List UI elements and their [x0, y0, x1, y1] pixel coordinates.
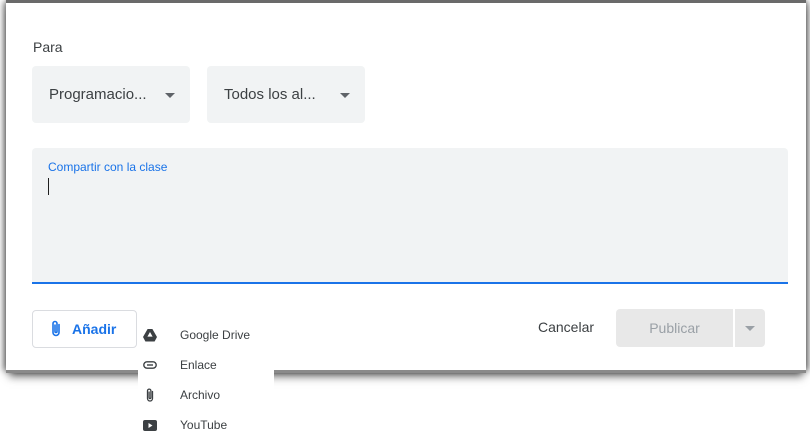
publish-button[interactable]: Publicar: [616, 309, 733, 347]
publish-options-button[interactable]: [735, 309, 765, 347]
screen: Para Programacio... Todos los al... Comp…: [0, 0, 810, 444]
for-label: Para: [33, 39, 63, 55]
share-textarea[interactable]: Compartir con la clase: [32, 148, 788, 284]
share-label: Compartir con la clase: [48, 160, 168, 174]
cancel-button[interactable]: Cancelar: [538, 319, 594, 335]
chevron-down-icon: [745, 326, 755, 331]
add-attachment-button[interactable]: Añadir: [32, 310, 137, 348]
menu-item-label: Archivo: [180, 388, 221, 402]
menu-item-file[interactable]: Archivo: [138, 380, 274, 410]
menu-item-link[interactable]: Enlace: [138, 350, 274, 380]
text-cursor: [48, 178, 49, 195]
youtube-icon: [143, 418, 157, 432]
chevron-down-icon: [340, 93, 350, 98]
attachment-menu: Google Drive Enlace Archivo YouTube: [138, 318, 274, 444]
students-select-value: Todos los al...: [224, 86, 316, 103]
menu-item-label: YouTube: [180, 418, 228, 432]
menu-item-youtube[interactable]: YouTube: [138, 410, 274, 440]
menu-item-google-drive[interactable]: Google Drive: [138, 320, 274, 350]
add-attachment-label: Añadir: [72, 321, 117, 337]
link-icon: [143, 358, 157, 372]
paperclip-icon: [52, 320, 60, 337]
google-drive-icon: [143, 328, 157, 342]
menu-item-label: Enlace: [180, 358, 217, 372]
menu-item-label: Google Drive: [180, 328, 251, 342]
paperclip-icon: [143, 388, 157, 402]
chevron-down-icon: [165, 93, 175, 98]
students-select[interactable]: Todos los al...: [207, 66, 365, 123]
post-dialog: Para Programacio... Todos los al... Comp…: [6, 0, 806, 373]
class-select-value: Programacio...: [49, 86, 147, 103]
class-select[interactable]: Programacio...: [32, 66, 190, 123]
